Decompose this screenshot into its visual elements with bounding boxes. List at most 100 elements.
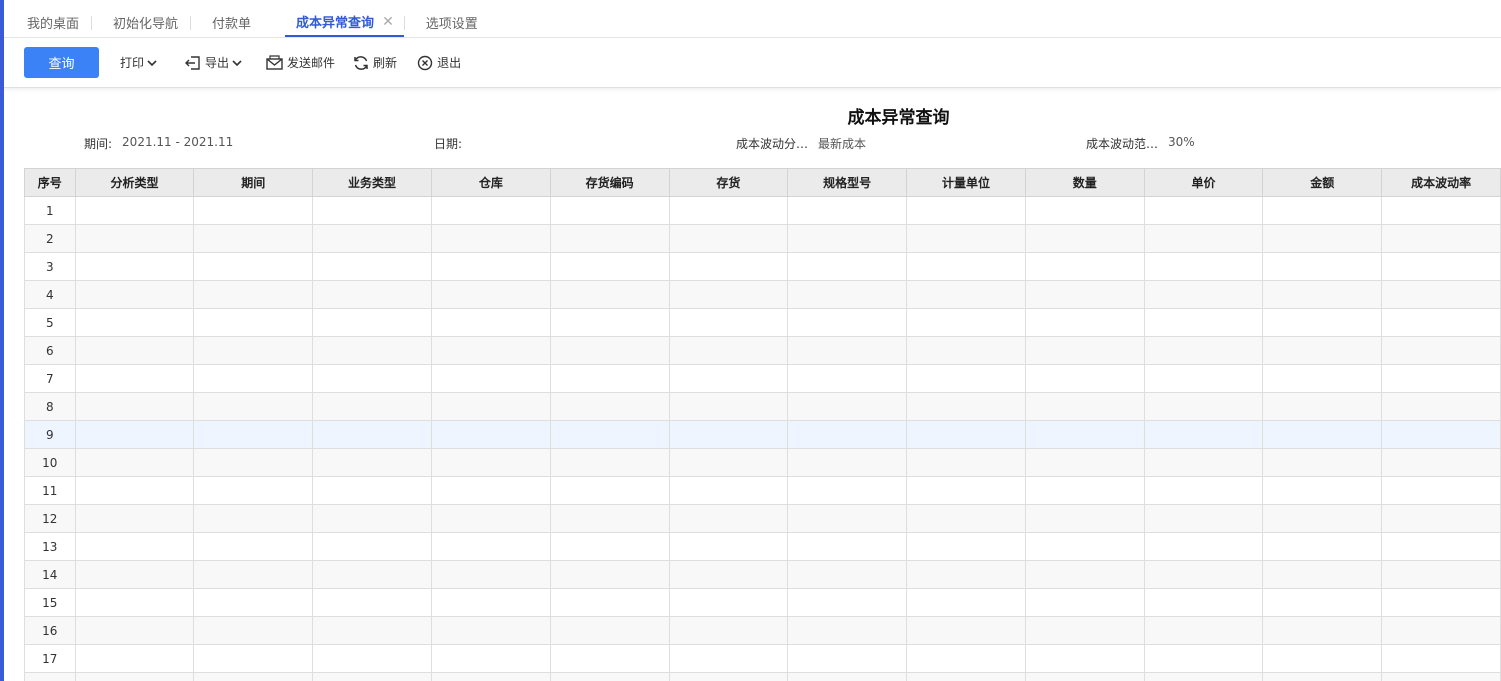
table-cell[interactable] (74, 476, 195, 505)
table-cell[interactable] (193, 448, 314, 477)
table-cell[interactable] (1262, 252, 1383, 281)
query-button[interactable]: 查询 (24, 47, 99, 78)
table-cell[interactable] (906, 364, 1026, 393)
table-cell[interactable] (1262, 336, 1383, 365)
table-cell[interactable] (1262, 532, 1383, 561)
table-cell[interactable] (74, 196, 195, 225)
table-cell[interactable] (549, 448, 670, 477)
table-cell[interactable] (906, 252, 1026, 281)
table-cell[interactable] (1262, 448, 1383, 477)
table-cell[interactable] (787, 560, 908, 589)
table-cell[interactable] (1262, 616, 1383, 645)
table-cell[interactable] (193, 560, 314, 589)
row-number-cell[interactable]: 10 (24, 448, 76, 477)
table-cell[interactable] (906, 644, 1026, 673)
table-cell[interactable] (193, 280, 314, 309)
column-header[interactable]: 单价 (1143, 168, 1264, 197)
table-cell[interactable] (549, 504, 670, 533)
table-cell[interactable] (906, 336, 1026, 365)
table-cell[interactable] (906, 504, 1026, 533)
table-cell[interactable] (1024, 616, 1145, 645)
table-cell[interactable] (1381, 504, 1501, 533)
table-cell[interactable] (1381, 336, 1501, 365)
table-cell[interactable] (787, 392, 908, 421)
table-cell[interactable] (74, 336, 195, 365)
column-header[interactable]: 规格型号 (787, 168, 908, 197)
table-cell[interactable] (74, 420, 195, 449)
table-cell[interactable] (312, 252, 432, 281)
table-cell[interactable] (1024, 224, 1145, 253)
table-row[interactable]: 4 (24, 280, 1501, 309)
table-cell[interactable] (787, 420, 908, 449)
table-cell[interactable] (787, 336, 908, 365)
table-cell[interactable] (668, 364, 789, 393)
table-cell[interactable] (1143, 336, 1264, 365)
table-cell[interactable] (1262, 644, 1383, 673)
table-cell[interactable] (1143, 560, 1264, 589)
row-number-cell[interactable]: 7 (24, 364, 76, 393)
row-number-cell[interactable]: 8 (24, 392, 76, 421)
table-cell[interactable] (1381, 588, 1501, 617)
export-button[interactable]: 导出 (185, 54, 242, 71)
table-cell[interactable] (549, 560, 670, 589)
table-cell[interactable] (549, 308, 670, 337)
table-cell[interactable] (74, 616, 195, 645)
table-cell[interactable] (1262, 588, 1383, 617)
table-cell[interactable] (906, 420, 1026, 449)
tab-option-settings[interactable]: 选项设置 (403, 8, 490, 37)
table-cell[interactable] (787, 644, 908, 673)
table-cell[interactable] (1024, 336, 1145, 365)
table-cell[interactable] (1262, 364, 1383, 393)
table-cell[interactable] (906, 392, 1026, 421)
table-cell[interactable] (74, 252, 195, 281)
table-cell[interactable] (430, 280, 551, 309)
row-number-cell[interactable]: 1 (24, 196, 76, 225)
row-number-cell[interactable]: 6 (24, 336, 76, 365)
table-row[interactable]: 16 (24, 616, 1501, 645)
row-number-cell[interactable]: 12 (24, 504, 76, 533)
table-cell[interactable] (1262, 196, 1383, 225)
table-cell[interactable] (668, 196, 789, 225)
table-cell[interactable] (1262, 392, 1383, 421)
table-cell[interactable] (312, 448, 432, 477)
table-cell[interactable] (1262, 420, 1383, 449)
table-cell[interactable] (1262, 308, 1383, 337)
table-cell[interactable] (1024, 252, 1145, 281)
table-cell[interactable] (1024, 588, 1145, 617)
table-cell[interactable] (668, 224, 789, 253)
table-row[interactable]: 14 (24, 560, 1501, 589)
table-cell[interactable] (193, 588, 314, 617)
table-cell[interactable] (193, 420, 314, 449)
column-header[interactable]: 序号 (24, 168, 76, 197)
table-cell[interactable] (193, 308, 314, 337)
table-cell[interactable] (668, 560, 789, 589)
table-cell[interactable] (668, 448, 789, 477)
column-header[interactable]: 业务类型 (312, 168, 432, 197)
table-cell[interactable] (787, 448, 908, 477)
table-cell[interactable] (1381, 364, 1501, 393)
table-cell[interactable] (549, 616, 670, 645)
table-cell[interactable] (906, 616, 1026, 645)
table-cell[interactable] (906, 560, 1026, 589)
table-cell[interactable] (74, 224, 195, 253)
table-cell[interactable] (1381, 448, 1501, 477)
table-row[interactable]: 1 (24, 196, 1501, 225)
row-number-cell[interactable]: 13 (24, 532, 76, 561)
column-header[interactable]: 成本波动率 (1381, 168, 1501, 197)
table-cell[interactable] (1381, 644, 1501, 673)
print-button[interactable]: 打印 (120, 54, 157, 71)
column-header[interactable]: 期间 (193, 168, 314, 197)
table-cell[interactable] (312, 476, 432, 505)
exit-button[interactable]: 退出 (417, 54, 461, 71)
table-cell[interactable] (668, 280, 789, 309)
table-row[interactable]: 7 (24, 364, 1501, 393)
table-cell[interactable] (1262, 504, 1383, 533)
table-cell[interactable] (430, 616, 551, 645)
table-cell[interactable] (549, 280, 670, 309)
table-cell[interactable] (1381, 392, 1501, 421)
column-header[interactable]: 存货 (668, 168, 789, 197)
table-cell[interactable] (430, 672, 551, 681)
table-cell[interactable] (312, 224, 432, 253)
table-cell[interactable] (193, 672, 314, 681)
table-cell[interactable] (549, 644, 670, 673)
